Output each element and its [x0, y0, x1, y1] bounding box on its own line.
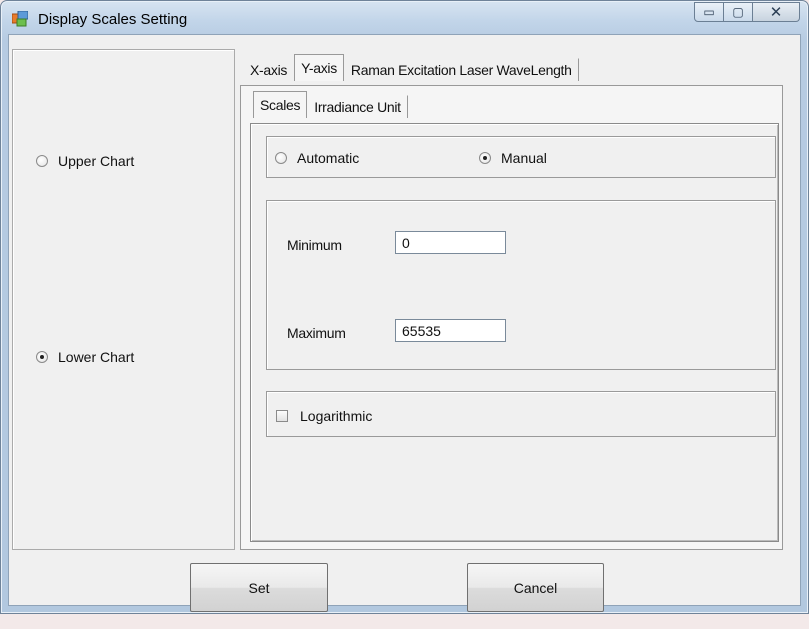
caption-buttons: ▭ ▢ ✕: [694, 2, 800, 22]
automatic-radio-circle[interactable]: [275, 152, 287, 164]
tab-scales[interactable]: Scales: [253, 91, 308, 118]
cancel-button[interactable]: Cancel: [467, 563, 604, 612]
tab-irradiance-unit[interactable]: Irradiance Unit: [307, 95, 408, 118]
lower-chart-radio-circle[interactable]: [36, 351, 48, 363]
range-group: [266, 200, 776, 370]
dialog-window-icon: [11, 10, 29, 27]
title-bar[interactable]: Display Scales Setting ▭ ▢ ✕: [1, 1, 808, 35]
automatic-label: Automatic: [297, 150, 360, 166]
minimize-icon: ▭: [703, 5, 715, 19]
manual-label: Manual: [501, 150, 547, 166]
manual-radio[interactable]: Manual: [479, 150, 547, 166]
y-axis-tab-strip: Scales Irradiance Unit: [253, 91, 408, 118]
logarithmic-label: Logarithmic: [300, 408, 373, 424]
logarithmic-checkbox-row[interactable]: Logarithmic: [276, 408, 372, 424]
minimum-input[interactable]: [395, 231, 506, 254]
axis-tab-strip: X-axis Y-axis Raman Excitation Laser Wav…: [243, 54, 579, 81]
close-icon: ✕: [769, 4, 783, 21]
set-button[interactable]: Set: [190, 563, 328, 612]
tab-y-axis[interactable]: Y-axis: [294, 54, 344, 81]
window-title: Display Scales Setting: [38, 11, 188, 28]
minimum-label: Minimum: [287, 237, 342, 253]
automatic-radio[interactable]: Automatic: [275, 150, 359, 166]
logarithmic-checkbox[interactable]: [276, 410, 288, 422]
lower-chart-label: Lower Chart: [58, 349, 135, 365]
tab-x-axis[interactable]: X-axis: [243, 58, 294, 81]
minimize-button[interactable]: ▭: [694, 2, 724, 22]
upper-chart-radio[interactable]: Upper Chart: [36, 153, 134, 169]
tab-raman-excitation-laser-wavelength[interactable]: Raman Excitation Laser WaveLength: [344, 58, 579, 81]
manual-radio-circle[interactable]: [479, 152, 491, 164]
maximum-input[interactable]: [395, 319, 506, 342]
maximize-icon: ▢: [732, 5, 744, 19]
close-button[interactable]: ✕: [753, 2, 800, 22]
upper-chart-label: Upper Chart: [58, 153, 135, 169]
upper-chart-radio-circle[interactable]: [36, 155, 48, 167]
chart-selector-group: [12, 49, 235, 550]
maximize-button[interactable]: ▢: [724, 2, 753, 22]
lower-chart-radio[interactable]: Lower Chart: [36, 349, 134, 365]
maximum-label: Maximum: [287, 325, 346, 341]
